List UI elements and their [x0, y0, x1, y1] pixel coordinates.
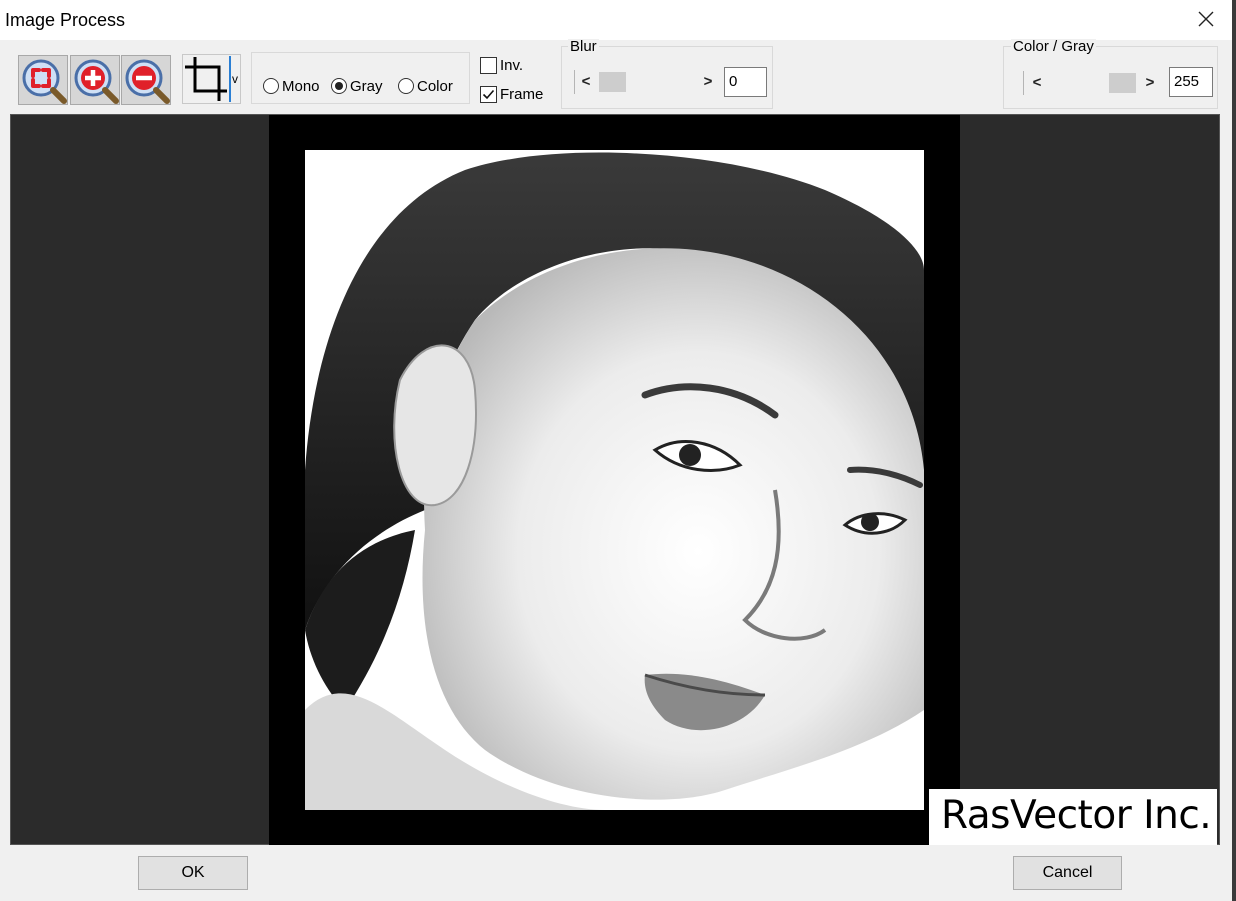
- ok-button[interactable]: OK: [138, 856, 248, 890]
- radio-mono-indicator: [263, 78, 279, 94]
- chevron-down-icon: v: [232, 72, 238, 86]
- crop-dropdown[interactable]: v: [229, 56, 241, 102]
- zoom-fit-button[interactable]: [18, 55, 68, 105]
- scroll-left-icon[interactable]: <: [1026, 71, 1048, 95]
- blur-value-field[interactable]: 0: [724, 67, 767, 97]
- title-bar: [0, 0, 1232, 40]
- inv-checkbox[interactable]: Inv.: [480, 55, 523, 75]
- blur-label: Blur: [568, 38, 599, 55]
- checkmark-icon: [482, 89, 495, 99]
- portrait-image: [305, 150, 924, 810]
- zoom-out-button[interactable]: [121, 55, 171, 105]
- radio-color-label: Color: [417, 77, 453, 95]
- inv-checkbox-label: Inv.: [500, 56, 524, 74]
- radio-mono-label: Mono: [282, 77, 320, 95]
- radio-color[interactable]: Color: [398, 76, 453, 96]
- blur-slider-thumb[interactable]: [599, 72, 626, 92]
- color-gray-slider[interactable]: < >: [1023, 71, 1161, 95]
- zoom-out-icon: [125, 59, 170, 104]
- color-gray-value-field[interactable]: 255: [1169, 67, 1213, 97]
- close-button[interactable]: [1190, 6, 1222, 34]
- zoom-fit-icon: [22, 59, 67, 104]
- zoom-in-button[interactable]: [70, 55, 120, 105]
- zoom-in-icon: [74, 59, 119, 104]
- watermark-text: RasVector Inc.: [941, 793, 1212, 838]
- radio-gray-indicator: [331, 78, 347, 94]
- color-gray-label: Color / Gray: [1011, 38, 1096, 55]
- cancel-button[interactable]: Cancel: [1013, 856, 1122, 890]
- frame-checkbox-box: [480, 85, 497, 103]
- blur-slider[interactable]: < >: [574, 70, 719, 94]
- preview-image: [305, 150, 924, 810]
- scroll-right-icon[interactable]: >: [1139, 71, 1161, 95]
- radio-gray[interactable]: Gray: [331, 76, 383, 96]
- close-icon: [1198, 11, 1214, 27]
- radio-color-indicator: [398, 78, 414, 94]
- crop-icon: [185, 57, 227, 101]
- scroll-left-icon[interactable]: <: [575, 70, 597, 94]
- frame-checkbox-label: Frame: [500, 85, 544, 103]
- color-gray-slider-thumb[interactable]: [1109, 73, 1136, 93]
- inv-checkbox-box: [480, 56, 497, 74]
- window-edge: [1232, 0, 1236, 901]
- radio-gray-label: Gray: [350, 77, 383, 95]
- window-title: Image Process: [5, 10, 126, 30]
- radio-mono[interactable]: Mono: [263, 76, 320, 96]
- scroll-right-icon[interactable]: >: [697, 70, 719, 94]
- frame-checkbox[interactable]: Frame: [480, 84, 543, 104]
